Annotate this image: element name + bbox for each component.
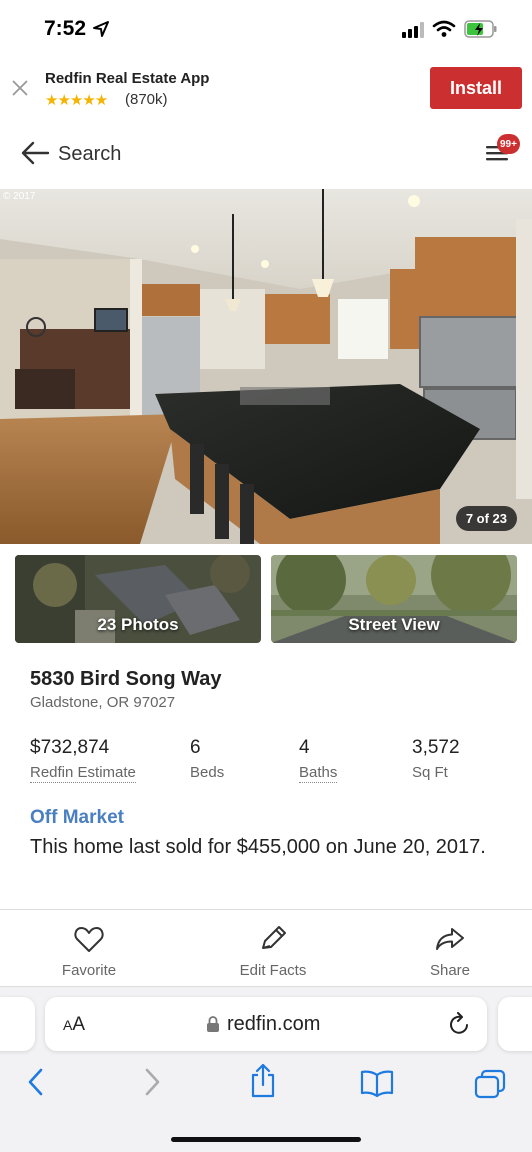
app-install-banner: Redfin Real Estate App ★★★★★ (870k) Inst… (0, 58, 532, 122)
previous-tab-preview[interactable] (0, 997, 35, 1051)
location-arrow-icon (93, 21, 109, 37)
estimate-label[interactable]: Redfin Estimate (30, 764, 136, 783)
status-bar: 7:52 (0, 0, 532, 58)
listing-photo[interactable]: © 2017 7 of 23 (0, 189, 532, 544)
baths-label[interactable]: Baths (299, 764, 338, 783)
pencil-icon (262, 926, 286, 949)
favorite-button[interactable]: Favorite (29, 925, 149, 979)
heart-icon (74, 927, 104, 952)
aa-large: A (72, 1014, 86, 1035)
beds-label: Beds (190, 764, 225, 781)
share-sheet-icon[interactable] (249, 1063, 277, 1099)
street-view-button[interactable]: Street View (271, 555, 517, 643)
divider (0, 909, 532, 910)
stat-estimate[interactable]: $732,874 Redfin Estimate (30, 737, 136, 783)
kitchen-photo-image (0, 189, 532, 544)
sqft-value: 3,572 (412, 737, 460, 758)
back-arrow-icon[interactable] (20, 140, 50, 166)
favorite-label: Favorite (61, 962, 117, 979)
listing-status: Off Market (30, 807, 124, 828)
share-label: Share (429, 962, 471, 979)
edit-facts-label: Edit Facts (239, 962, 307, 979)
close-icon[interactable] (10, 78, 30, 98)
lock-icon (207, 1016, 219, 1032)
estimate-value: $732,874 (30, 737, 110, 758)
url-text: redfin.com (227, 1013, 321, 1035)
top-nav: Search 99+ (0, 128, 532, 182)
stat-baths[interactable]: 4 Baths (299, 737, 338, 783)
share-button[interactable]: Share (390, 925, 510, 979)
browser-toolbar: AA redfin.com (0, 986, 532, 1152)
all-photos-label: 23 Photos (97, 615, 179, 634)
beds-value: 6 (190, 737, 201, 758)
listing-address: 5830 Bird Song Way (30, 668, 222, 690)
address-bar[interactable]: AA redfin.com (45, 997, 487, 1051)
stat-beds: 6 Beds (190, 737, 224, 782)
tabs-icon[interactable] (474, 1069, 506, 1099)
star-rating: ★★★★★ (45, 92, 108, 109)
install-button[interactable]: Install (430, 67, 522, 109)
browser-forward-icon[interactable] (142, 1067, 162, 1097)
browser-back-icon[interactable] (26, 1067, 46, 1097)
edit-facts-button[interactable]: Edit Facts (213, 925, 333, 979)
bookmarks-icon[interactable] (360, 1069, 394, 1097)
wifi-icon (432, 20, 456, 37)
back-to-search-link[interactable]: Search (58, 143, 121, 166)
rating-count: (870k) (125, 91, 168, 108)
photo-copyright: © 2017 (3, 191, 36, 202)
status-time: 7:52 (44, 17, 87, 40)
photo-counter: 7 of 23 (455, 506, 517, 531)
share-icon (436, 928, 464, 950)
next-tab-preview[interactable] (498, 997, 532, 1051)
aa-small: A (63, 1017, 73, 1033)
notification-badge: 99+ (497, 134, 520, 154)
sold-history-text: This home last sold for $455,000 on June… (30, 836, 486, 858)
reader-settings-button[interactable]: AA (63, 1014, 85, 1036)
all-photos-button[interactable]: 23 Photos (15, 555, 261, 643)
street-view-label: Street View (348, 615, 440, 634)
home-indicator (171, 1137, 361, 1142)
listing-city: Gladstone, OR 97027 (30, 694, 176, 711)
sqft-label: Sq Ft (412, 764, 448, 781)
cellular-signal-icon (402, 22, 424, 38)
reload-icon[interactable] (449, 1012, 471, 1036)
banner-app-title: Redfin Real Estate App (45, 70, 210, 87)
stat-sqft: 3,572 Sq Ft (412, 737, 460, 782)
baths-value: 4 (299, 737, 310, 758)
battery-charging-icon (464, 20, 497, 38)
